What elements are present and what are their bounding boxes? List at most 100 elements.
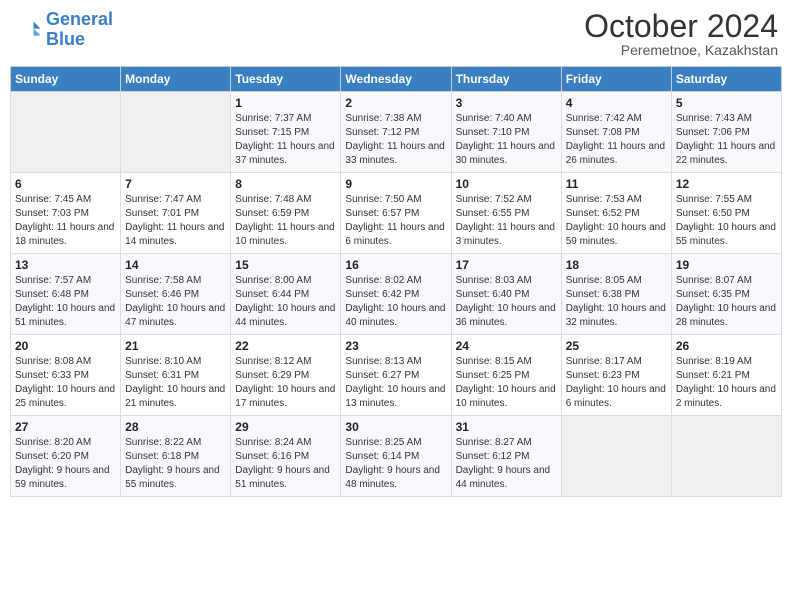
calendar-day-cell: 7 Sunrise: 7:47 AM Sunset: 7:01 PM Daylig… — [121, 173, 231, 254]
day-info: Sunrise: 7:47 AM Sunset: 7:01 PM Dayligh… — [125, 193, 226, 249]
day-info: Sunrise: 8:19 AM Sunset: 6:21 PM Dayligh… — [676, 355, 777, 411]
calendar-day-cell: 29 Sunrise: 8:24 AM Sunset: 6:16 PM Dayli… — [231, 416, 341, 497]
calendar-day-cell: 17 Sunrise: 8:03 AM Sunset: 6:40 PM Dayli… — [451, 254, 561, 335]
day-number: 29 — [235, 420, 336, 434]
day-number: 9 — [345, 177, 446, 191]
day-of-week-header: Tuesday — [231, 67, 341, 92]
calendar-week-row: 20 Sunrise: 8:08 AM Sunset: 6:33 PM Dayli… — [11, 335, 782, 416]
calendar-day-cell: 22 Sunrise: 8:12 AM Sunset: 6:29 PM Dayli… — [231, 335, 341, 416]
title-block: October 2024 Peremetnoe, Kazakhstan — [584, 10, 778, 58]
day-info: Sunrise: 7:38 AM Sunset: 7:12 PM Dayligh… — [345, 112, 446, 168]
day-number: 19 — [676, 258, 777, 272]
day-number: 18 — [566, 258, 667, 272]
calendar-day-cell: 28Sunrise: 8:22 AM Sunset: 6:18 PM Dayli… — [121, 416, 231, 497]
calendar-day-cell: 27 Sunrise: 8:20 AM Sunset: 6:20 PM Dayli… — [11, 416, 121, 497]
day-number: 15 — [235, 258, 336, 272]
calendar-week-row: 27 Sunrise: 8:20 AM Sunset: 6:20 PM Dayli… — [11, 416, 782, 497]
logo: General Blue — [14, 10, 113, 50]
day-of-week-header: Thursday — [451, 67, 561, 92]
day-of-week-header: Wednesday — [341, 67, 451, 92]
calendar-day-cell — [561, 416, 671, 497]
day-info: Sunrise: 7:43 AM Sunset: 7:06 PM Dayligh… — [676, 112, 777, 168]
calendar-day-cell: 9 Sunrise: 7:50 AM Sunset: 6:57 PM Daylig… — [341, 173, 451, 254]
day-info: Sunrise: 8:13 AM Sunset: 6:27 PM Dayligh… — [345, 355, 446, 411]
day-number: 16 — [345, 258, 446, 272]
day-of-week-header: Monday — [121, 67, 231, 92]
day-info: Sunrise: 7:48 AM Sunset: 6:59 PM Dayligh… — [235, 193, 336, 249]
calendar-day-cell: 1Sunrise: 7:37 AM Sunset: 7:15 PM Daylig… — [231, 92, 341, 173]
day-number: 11 — [566, 177, 667, 191]
day-info: Sunrise: 8:15 AM Sunset: 6:25 PM Dayligh… — [456, 355, 557, 411]
calendar-day-cell: 23 Sunrise: 8:13 AM Sunset: 6:27 PM Dayli… — [341, 335, 451, 416]
day-info: Sunrise: 8:05 AM Sunset: 6:38 PM Dayligh… — [566, 274, 667, 330]
day-number: 13 — [15, 258, 116, 272]
logo-text: General Blue — [46, 10, 113, 50]
day-info: Sunrise: 7:50 AM Sunset: 6:57 PM Dayligh… — [345, 193, 446, 249]
day-info: Sunrise: 8:17 AM Sunset: 6:23 PM Dayligh… — [566, 355, 667, 411]
day-number: 27 — [15, 420, 116, 434]
day-number: 8 — [235, 177, 336, 191]
day-number: 26 — [676, 339, 777, 353]
day-info: Sunrise: 8:00 AM Sunset: 6:44 PM Dayligh… — [235, 274, 336, 330]
day-number: 10 — [456, 177, 557, 191]
calendar-day-cell: 6 Sunrise: 7:45 AM Sunset: 7:03 PM Daylig… — [11, 173, 121, 254]
calendar-week-row: 1Sunrise: 7:37 AM Sunset: 7:15 PM Daylig… — [11, 92, 782, 173]
day-number: 5 — [676, 96, 777, 110]
day-number: 30 — [345, 420, 446, 434]
calendar-day-cell — [121, 92, 231, 173]
day-number: 24 — [456, 339, 557, 353]
page-header: General Blue October 2024 Peremetnoe, Ka… — [10, 10, 782, 58]
day-number: 17 — [456, 258, 557, 272]
month-title: October 2024 — [584, 10, 778, 42]
calendar-week-row: 6 Sunrise: 7:45 AM Sunset: 7:03 PM Daylig… — [11, 173, 782, 254]
day-info: Sunrise: 7:58 AM Sunset: 6:46 PM Dayligh… — [125, 274, 226, 330]
calendar-day-cell: 18 Sunrise: 8:05 AM Sunset: 6:38 PM Dayli… — [561, 254, 671, 335]
day-info: Sunrise: 8:03 AM Sunset: 6:40 PM Dayligh… — [456, 274, 557, 330]
calendar-day-cell: 21 Sunrise: 8:10 AM Sunset: 6:31 PM Dayli… — [121, 335, 231, 416]
day-number: 6 — [15, 177, 116, 191]
day-info: Sunrise: 8:12 AM Sunset: 6:29 PM Dayligh… — [235, 355, 336, 411]
day-info: Sunrise: 7:45 AM Sunset: 7:03 PM Dayligh… — [15, 193, 116, 249]
day-number: 2 — [345, 96, 446, 110]
calendar-day-cell: 30 Sunrise: 8:25 AM Sunset: 6:14 PM Dayli… — [341, 416, 451, 497]
day-info: Sunrise: 8:20 AM Sunset: 6:20 PM Dayligh… — [15, 436, 116, 492]
calendar-week-row: 13 Sunrise: 7:57 AM Sunset: 6:48 PM Dayli… — [11, 254, 782, 335]
calendar-day-cell: 26 Sunrise: 8:19 AM Sunset: 6:21 PM Dayli… — [671, 335, 781, 416]
calendar-day-cell: 16 Sunrise: 8:02 AM Sunset: 6:42 PM Dayli… — [341, 254, 451, 335]
calendar-day-cell: 2 Sunrise: 7:38 AM Sunset: 7:12 PM Daylig… — [341, 92, 451, 173]
day-of-week-header: Friday — [561, 67, 671, 92]
calendar-day-cell: 24 Sunrise: 8:15 AM Sunset: 6:25 PM Dayli… — [451, 335, 561, 416]
calendar-day-cell: 31 Sunrise: 8:27 AM Sunset: 6:12 PM Dayli… — [451, 416, 561, 497]
day-info: Sunrise: 7:40 AM Sunset: 7:10 PM Dayligh… — [456, 112, 557, 168]
day-info: Sunrise: 8:10 AM Sunset: 6:31 PM Dayligh… — [125, 355, 226, 411]
calendar-day-cell: 5 Sunrise: 7:43 AM Sunset: 7:06 PM Daylig… — [671, 92, 781, 173]
day-info: Sunrise: 8:07 AM Sunset: 6:35 PM Dayligh… — [676, 274, 777, 330]
calendar-day-cell: 11Sunrise: 7:53 AM Sunset: 6:52 PM Dayli… — [561, 173, 671, 254]
day-number: 7 — [125, 177, 226, 191]
location-subtitle: Peremetnoe, Kazakhstan — [584, 42, 778, 58]
day-number: 12 — [676, 177, 777, 191]
day-info: Sunrise: 8:27 AM Sunset: 6:12 PM Dayligh… — [456, 436, 557, 492]
day-of-week-header: Sunday — [11, 67, 121, 92]
day-info: Sunrise: 8:22 AM Sunset: 6:18 PM Dayligh… — [125, 436, 226, 492]
day-number: 14 — [125, 258, 226, 272]
day-info: Sunrise: 8:25 AM Sunset: 6:14 PM Dayligh… — [345, 436, 446, 492]
day-info: Sunrise: 8:08 AM Sunset: 6:33 PM Dayligh… — [15, 355, 116, 411]
calendar-day-cell — [11, 92, 121, 173]
calendar-day-cell: 8 Sunrise: 7:48 AM Sunset: 6:59 PM Daylig… — [231, 173, 341, 254]
day-number: 21 — [125, 339, 226, 353]
calendar-day-cell: 3 Sunrise: 7:40 AM Sunset: 7:10 PM Daylig… — [451, 92, 561, 173]
calendar-day-cell: 19 Sunrise: 8:07 AM Sunset: 6:35 PM Dayli… — [671, 254, 781, 335]
day-info: Sunrise: 7:55 AM Sunset: 6:50 PM Dayligh… — [676, 193, 777, 249]
calendar-day-cell: 25Sunrise: 8:17 AM Sunset: 6:23 PM Dayli… — [561, 335, 671, 416]
day-number: 31 — [456, 420, 557, 434]
day-info: Sunrise: 8:24 AM Sunset: 6:16 PM Dayligh… — [235, 436, 336, 492]
day-info: Sunrise: 7:57 AM Sunset: 6:48 PM Dayligh… — [15, 274, 116, 330]
day-number: 4 — [566, 96, 667, 110]
day-number: 22 — [235, 339, 336, 353]
day-info: Sunrise: 8:02 AM Sunset: 6:42 PM Dayligh… — [345, 274, 446, 330]
day-number: 23 — [345, 339, 446, 353]
day-number: 20 — [15, 339, 116, 353]
calendar-day-cell: 12 Sunrise: 7:55 AM Sunset: 6:50 PM Dayli… — [671, 173, 781, 254]
day-number: 3 — [456, 96, 557, 110]
